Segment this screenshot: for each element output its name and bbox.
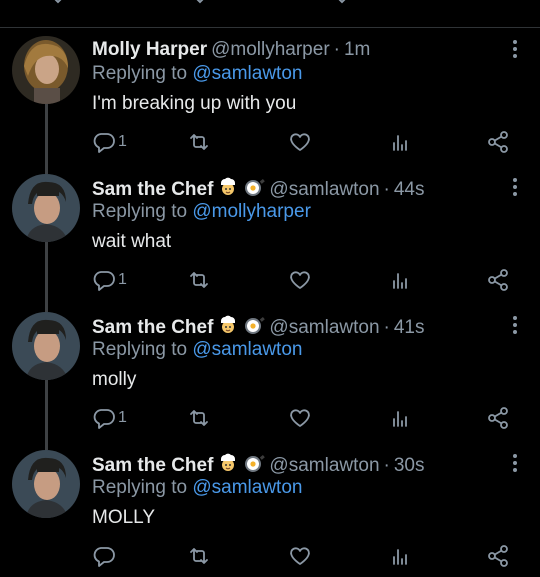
replying-to-link[interactable]: @samlawton [192,477,302,498]
avatar[interactable] [12,36,80,104]
avatar[interactable] [12,450,80,518]
replying-to-link[interactable]: @samlawton [192,63,302,84]
retweet-button[interactable] [187,544,211,568]
analytics-icon [393,411,407,427]
share-icon [488,407,508,429]
reply-icon [93,133,115,153]
replying-to: Replying to @samlawton [92,338,302,362]
replying-to-link[interactable]: @mollyharper [192,201,311,222]
tweet[interactable]: Molly Harper @mollyharper · 1m Replying to … [0,28,540,166]
user-handle[interactable]: @samlawton [269,317,379,338]
replying-to-prefix: Replying to [92,201,188,222]
analytics-button[interactable] [388,130,412,154]
reply-count: 1 [118,271,127,288]
share-icon [488,545,508,567]
more-icon[interactable] [512,316,518,338]
like-button[interactable] [288,406,312,430]
tweet-text: MOLLY [92,507,156,528]
share-button[interactable] [486,544,510,568]
like-button[interactable] [288,544,312,568]
avatar[interactable] [12,174,80,242]
retweet-icon [190,410,208,426]
timestamp[interactable]: 30s [394,455,425,476]
tweet-text: molly [92,369,137,390]
like-icon [290,133,310,151]
reply-button[interactable]: 1 [92,406,127,430]
replying-to-prefix: Replying to [92,339,188,360]
replying-to-prefix: Replying to [92,477,188,498]
timestamp[interactable]: 41s [394,317,425,338]
reply-icon [93,547,115,567]
user-handle[interactable]: @mollyharper [211,39,330,60]
replying-to: Replying to @mollyharper [92,200,311,224]
reply-count: 1 [118,133,127,150]
retweet-icon[interactable] [188,0,212,10]
analytics-icon [393,135,407,151]
like-button[interactable] [288,130,312,154]
replying-to-link[interactable]: @samlawton [192,339,302,360]
share-icon [488,131,508,153]
reply-count: 1 [118,409,127,426]
reply-icon [93,409,115,429]
retweet-icon [190,272,208,288]
tweet[interactable]: Sam the Chef @samlawton · 41s Replying to @… [0,304,540,442]
reply-button[interactable]: 1 [92,130,127,154]
display-name[interactable]: Sam the Chef [92,179,213,200]
retweet-button[interactable] [187,130,211,154]
tweet-header: Molly Harper @mollyharper · 1m [92,38,370,62]
analytics-button[interactable] [388,268,412,292]
display-name[interactable]: Molly Harper [92,39,207,60]
tweet-actions: 1 [92,406,522,430]
like-icon [290,271,310,289]
tweet[interactable]: Sam the Chef @samlawton · 30s Replying to @… [0,442,540,577]
more-icon[interactable] [512,178,518,200]
analytics-icon [393,273,407,289]
analytics-button[interactable] [388,544,412,568]
timestamp[interactable]: 1m [344,39,370,60]
retweet-button[interactable] [187,268,211,292]
display-name[interactable]: Sam the Chef [92,455,213,476]
share-button[interactable] [486,406,510,430]
separator-dot: · [383,455,390,476]
like-button[interactable] [288,268,312,292]
like-icon [290,409,310,427]
more-icon[interactable] [512,454,518,476]
retweet-button[interactable] [187,406,211,430]
timestamp[interactable]: 44s [394,179,425,200]
replying-to: Replying to @samlawton [92,476,302,500]
like-icon [290,547,310,565]
reply-icon [93,271,115,291]
separator-dot: · [383,317,390,338]
tweet-text: wait what [92,231,172,252]
tweet-actions: 1 [92,130,522,154]
analytics-icon [393,549,407,565]
share-button[interactable] [486,268,510,292]
share-icon[interactable] [478,0,502,10]
replying-to-prefix: Replying to [92,63,188,84]
tweet-text: I'm breaking up with you [92,93,297,114]
retweet-icon [190,548,208,564]
reply-icon[interactable] [46,0,70,10]
reply-button[interactable] [92,544,118,568]
share-icon [488,269,508,291]
display-name[interactable]: Sam the Chef [92,317,213,338]
reply-button[interactable]: 1 [92,268,127,292]
retweet-icon [190,134,208,150]
tweet[interactable]: Sam the Chef @samlawton · 44s Replying to @… [0,166,540,304]
avatar[interactable] [12,312,80,380]
replying-to: Replying to @samlawton [92,62,302,86]
separator-dot: · [333,39,340,60]
user-handle[interactable]: @samlawton [269,179,379,200]
share-button[interactable] [486,130,510,154]
more-icon[interactable] [512,40,518,62]
like-icon[interactable] [330,0,354,10]
previous-tweet-actions [0,0,540,28]
tweet-actions [92,544,522,568]
user-handle[interactable]: @samlawton [269,455,379,476]
tweet-actions: 1 [92,268,522,292]
analytics-button[interactable] [388,406,412,430]
separator-dot: · [383,179,390,200]
